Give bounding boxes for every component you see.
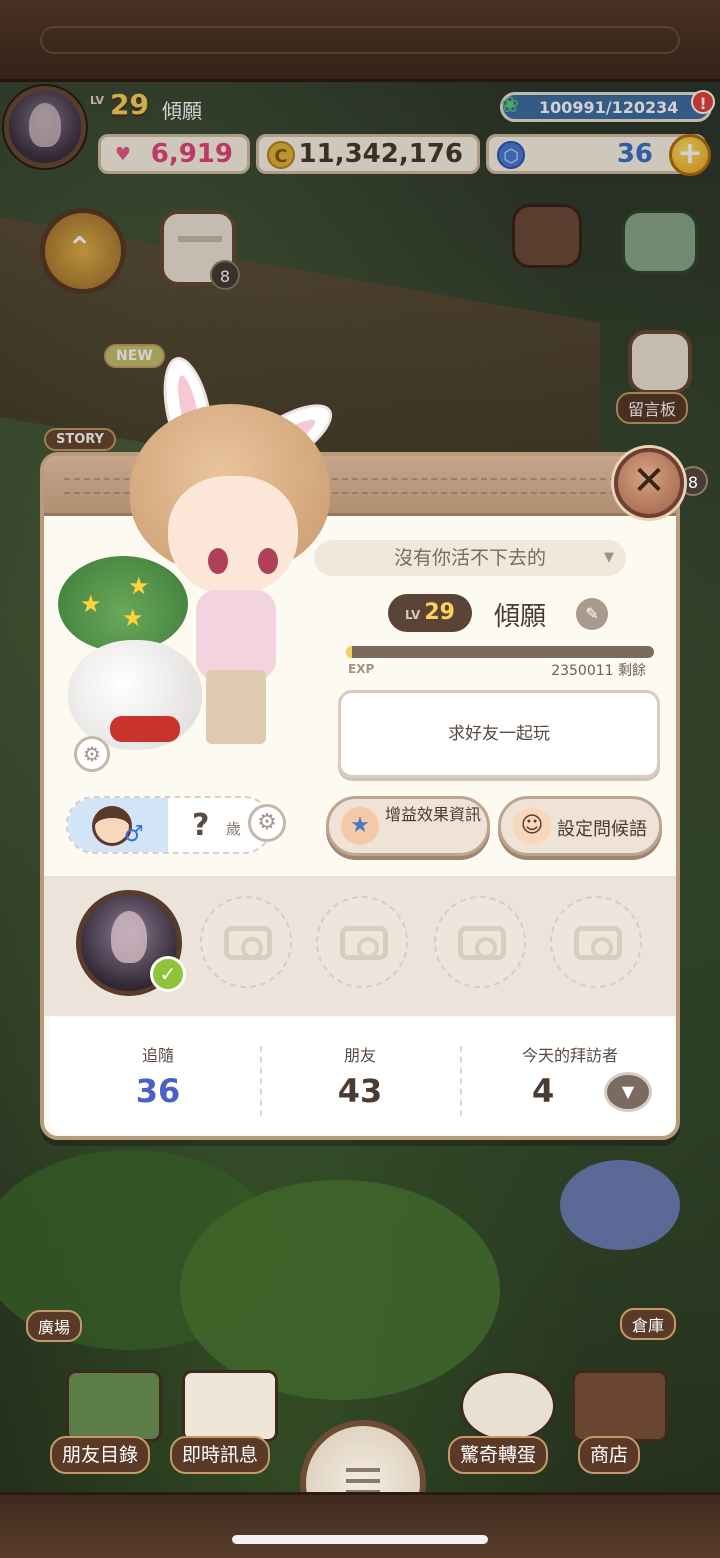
friend-list-label[interactable]: 朋友目錄 [50,1436,151,1474]
friends-count: 43 [337,1072,383,1110]
set-greeting-button[interactable]: ☺ 設定問候語 [498,796,662,856]
check-icon: ✓ [150,956,186,992]
camera-icon [340,926,388,960]
plaza-label[interactable]: 廣場 [26,1310,83,1342]
status-message: 沒有你活不下去的 [393,547,546,569]
visitors-label: 今天的拜訪者 [521,1046,618,1065]
age-unit: 歲 [226,820,242,838]
pet-settings-gear-icon[interactable]: ⚙ [74,736,110,772]
star-icon: ★ [128,572,150,600]
home-indicator[interactable] [232,1535,488,1544]
exp-bar [346,646,654,658]
age-value: ? [192,808,210,843]
buff-info-label: 增益效果資訊 [384,805,481,824]
profile-settings-gear-icon[interactable]: ⚙ [248,804,286,842]
empty-photo-slot[interactable] [316,896,408,988]
star-icon: ★ [122,604,144,632]
following-label: 追隨 [141,1046,174,1065]
messages-label[interactable]: 即時訊息 [170,1436,271,1474]
gacha-label[interactable]: 驚奇轉蛋 [448,1436,549,1474]
friend-list-button[interactable] [66,1370,162,1442]
eye [258,548,278,574]
gender-section: ♂ [68,798,168,852]
stats-row: 追隨 36 朋友 43 今天的拜訪者 4 ▼ [50,1018,674,1134]
pink-hoodie [196,590,276,680]
exp-bar-fill [346,646,353,658]
status-message-dropdown[interactable]: 沒有你活不下去的 ▼ [314,540,626,576]
messages-button[interactable] [182,1370,278,1442]
exp-label: EXP [348,662,375,676]
close-button[interactable]: ✕ [614,448,684,518]
profile-name: 傾願 [494,602,547,632]
empty-photo-slot[interactable] [200,896,292,988]
profile-level: 29 [424,600,455,625]
following-count: 36 [135,1072,181,1110]
shop-button[interactable] [572,1370,668,1442]
male-icon: ♂ [124,822,144,847]
set-greeting-label: 設定問候語 [557,819,647,840]
friends-label: 朋友 [343,1046,376,1065]
friends-stat[interactable]: 朋友 43 [260,1018,460,1134]
edit-name-pencil-icon[interactable]: ✎ [576,598,608,630]
pants [206,670,266,744]
menu-icon [346,1468,380,1494]
profile-level-prefix: LV [405,608,421,622]
buff-icon: ★ [341,807,379,845]
profile-level-pill: LV 29 [388,594,472,632]
star-icon: ★ [80,590,102,618]
profile-panel: 沒有你活不下去的 ▼ LV 29 傾願 ✎ EXP 2350011 剩餘 求好友一… [40,452,680,1140]
camera-icon [574,926,622,960]
red-scarf [110,716,180,742]
shop-label[interactable]: 商店 [578,1436,641,1474]
following-stat[interactable]: 追隨 36 [58,1018,258,1134]
buff-info-button[interactable]: ★ 增益效果資訊 [326,796,490,856]
bottom-frame [0,1492,720,1558]
empty-photo-slot[interactable] [550,896,642,988]
empty-photo-slot[interactable] [434,896,526,988]
visitors-dropdown-button[interactable]: ▼ [604,1072,652,1112]
gender-age-pill: ♂ ? 歲 [66,796,272,854]
gacha-button[interactable] [460,1370,556,1442]
dropdown-arrow-icon: ▼ [604,550,614,565]
eye [208,548,228,574]
exp-remaining: 2350011 剩餘 [551,663,646,679]
camera-icon [224,926,272,960]
warehouse-label[interactable]: 倉庫 [620,1308,677,1340]
divider [460,1046,462,1116]
camera-icon [458,926,506,960]
boy-face-icon: ☺ [513,807,551,845]
greeting-message-box[interactable]: 求好友一起玩 [338,690,660,778]
face [168,476,298,596]
greeting-message: 求好友一起玩 [448,724,550,744]
